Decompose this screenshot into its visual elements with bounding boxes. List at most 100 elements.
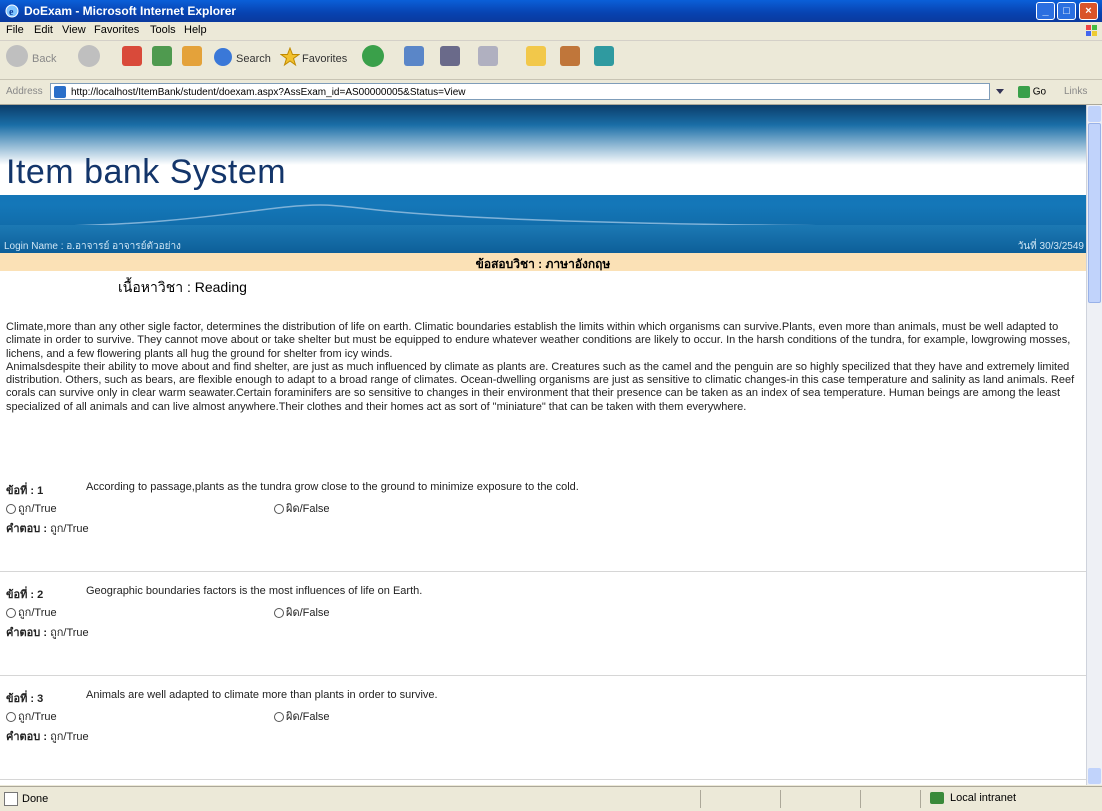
radio-true[interactable] [6, 712, 16, 723]
question-text: According to passage,plants as the tundr… [86, 481, 579, 493]
option-false-label: ผิด/False [286, 607, 330, 619]
option-true[interactable]: ถูก/True [6, 603, 57, 619]
local-intranet-icon [930, 792, 944, 804]
reading-passage: Climate,more than any other sigle factor… [6, 321, 1082, 414]
answer-line: คำตอบ : ถูก/True [6, 623, 89, 641]
question-divider [0, 571, 1086, 572]
answer-label: คำตอบ : [6, 627, 47, 639]
go-arrow-icon [1018, 86, 1030, 98]
login-name: Login Name : อ.อาจารย์ อาจารย์ตัวอย่าง [4, 241, 181, 252]
option-false[interactable]: ผิด/False [274, 499, 330, 515]
media-icon[interactable] [362, 45, 384, 67]
subject-bar: ข้อสอบวิชา : ภาษาอังกฤษ [0, 253, 1086, 271]
windows-logo-icon [1086, 25, 1097, 36]
question-3: ข้อที่ : 3 Animals are well adapted to c… [6, 689, 1082, 743]
question-divider [0, 675, 1086, 676]
search-button-label[interactable]: Search [236, 53, 271, 83]
status-text: Done [22, 793, 49, 805]
scrollbar-thumb[interactable] [1088, 123, 1101, 303]
address-bar: Address http://localhost/ItemBank/studen… [0, 80, 1102, 105]
question-text: Geographic boundaries factors is the mos… [86, 585, 423, 597]
links-label[interactable]: Links [1064, 86, 1087, 97]
option-false[interactable]: ผิด/False [274, 603, 330, 619]
menu-help[interactable]: Help [184, 24, 207, 36]
favorites-star-icon[interactable] [280, 47, 300, 67]
messenger-icon[interactable] [594, 46, 614, 66]
radio-false[interactable] [274, 712, 284, 723]
mail-icon[interactable] [440, 46, 460, 66]
status-divider [860, 790, 861, 808]
menu-favorites[interactable]: Favorites [94, 24, 139, 36]
menu-edit[interactable]: Edit [34, 24, 53, 36]
research-icon[interactable] [560, 46, 580, 66]
back-button-label[interactable]: Back [32, 53, 56, 83]
status-divider [920, 790, 921, 808]
passage-paragraph: Climate,more than any other sigle factor… [6, 321, 1071, 360]
question-text: Animals are well adapted to climate more… [86, 689, 438, 701]
answer-value: ถูก/True [50, 731, 89, 743]
status-divider [700, 790, 701, 808]
question-2: ข้อที่ : 2 Geographic boundaries factors… [6, 585, 1082, 639]
dropdown-arrow-icon[interactable] [994, 85, 1006, 97]
question-number: ข้อที่ : 2 [6, 589, 44, 601]
stop-icon[interactable] [122, 46, 142, 66]
question-number: ข้อที่ : 1 [6, 485, 44, 497]
radio-true[interactable] [6, 504, 16, 515]
option-false-label: ผิด/False [286, 503, 330, 515]
address-label: Address [6, 86, 43, 97]
close-button[interactable]: × [1079, 2, 1098, 20]
window-title: DoExam - Microsoft Internet Explorer [24, 4, 237, 18]
answer-line: คำตอบ : ถูก/True [6, 727, 89, 745]
minimize-button[interactable]: _ [1036, 2, 1055, 20]
maximize-button[interactable]: □ [1057, 2, 1076, 20]
answer-label: คำตอบ : [6, 731, 47, 743]
go-label: Go [1032, 86, 1047, 98]
subject-title: ข้อสอบวิชา : ภาษาอังกฤษ [475, 257, 611, 271]
svg-text:e: e [9, 7, 14, 18]
option-true-label: ถูก/True [18, 607, 57, 619]
menu-tools[interactable]: Tools [150, 24, 176, 36]
answer-value: ถูก/True [50, 627, 89, 639]
answer-line: คำตอบ : ถูก/True [6, 519, 89, 537]
vertical-scrollbar[interactable] [1086, 105, 1102, 785]
brand-title: Item bank System [6, 153, 287, 191]
ie-icon: e [4, 3, 20, 19]
security-zone: Local intranet [950, 792, 1017, 804]
scroll-down-arrow-icon[interactable] [1088, 768, 1101, 784]
radio-false[interactable] [274, 608, 284, 619]
print-icon[interactable] [478, 46, 498, 66]
radio-true[interactable] [6, 608, 16, 619]
home-icon[interactable] [182, 46, 202, 66]
page-viewport: Item bank System Login Name : อ.อาจารย์ … [0, 105, 1086, 785]
refresh-icon[interactable] [152, 46, 172, 66]
question-divider [0, 779, 1086, 780]
option-true[interactable]: ถูก/True [6, 707, 57, 723]
search-icon[interactable] [214, 48, 232, 66]
question-number: ข้อที่ : 3 [6, 693, 44, 705]
menu-file[interactable]: File [6, 24, 24, 36]
option-true-label: ถูก/True [18, 503, 57, 515]
back-arrow-icon[interactable] [6, 45, 28, 67]
toolbar: Back Search Favorites [0, 41, 1102, 80]
scroll-up-arrow-icon[interactable] [1088, 106, 1101, 122]
menu-view[interactable]: View [62, 24, 86, 36]
option-true-label: ถูก/True [18, 711, 57, 723]
address-input[interactable]: http://localhost/ItemBank/student/doexam… [50, 83, 990, 100]
login-strip: Login Name : อ.อาจารย์ อาจารย์ตัวอย่าง ว… [0, 225, 1086, 253]
go-button[interactable]: Go [1018, 86, 1046, 103]
answer-value: ถูก/True [50, 523, 89, 535]
radio-false[interactable] [274, 504, 284, 515]
passage-paragraph: Animalsdespite their ability to move abo… [6, 360, 1075, 413]
favorites-button-label[interactable]: Favorites [302, 53, 347, 83]
menu-bar: File Edit View Favorites Tools Help [0, 22, 1102, 41]
option-true[interactable]: ถูก/True [6, 499, 57, 515]
folder-icon[interactable] [526, 46, 546, 66]
question-1: ข้อที่ : 1 According to passage,plants a… [6, 481, 1082, 535]
page-icon [54, 86, 66, 98]
option-false[interactable]: ผิด/False [274, 707, 330, 723]
option-false-label: ผิด/False [286, 711, 330, 723]
answer-label: คำตอบ : [6, 523, 47, 535]
history-icon[interactable] [404, 46, 424, 66]
forward-arrow-icon[interactable] [78, 45, 100, 67]
status-divider [780, 790, 781, 808]
